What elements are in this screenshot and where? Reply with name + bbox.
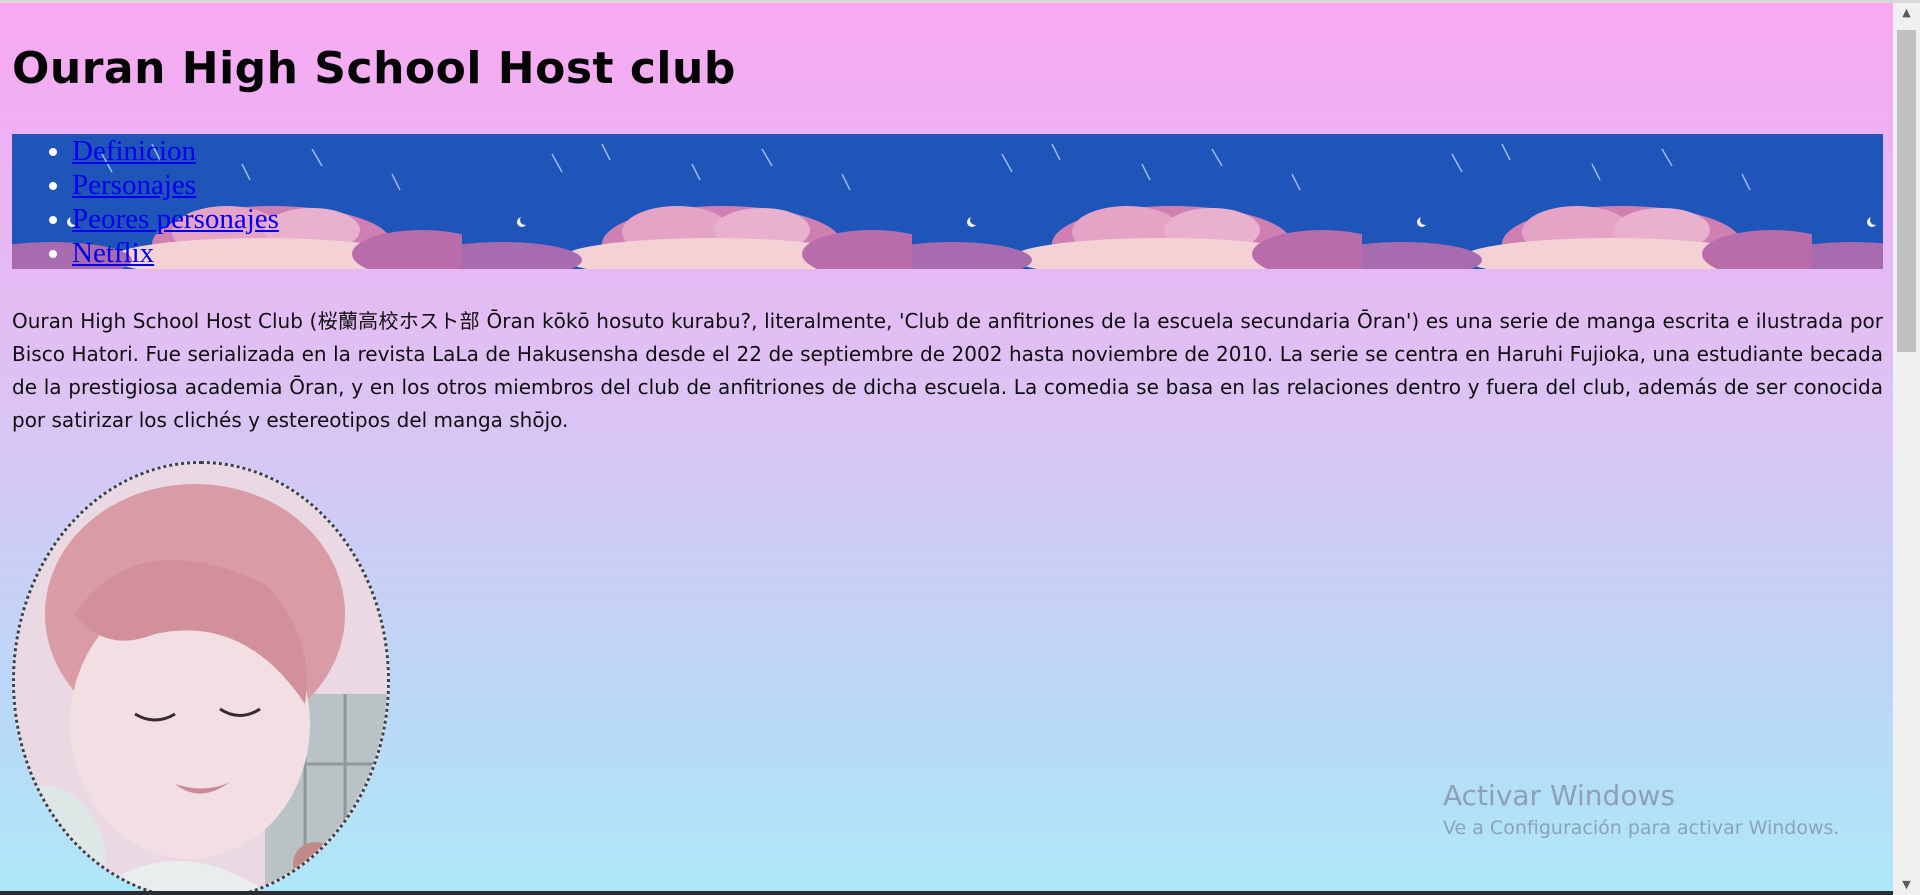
windows-activation-watermark: Activar Windows Ve a Configuración para … — [1443, 778, 1839, 842]
nav-item-personajes: Personajes — [72, 168, 279, 202]
page-content: Ouran High School Host club • Definicion… — [0, 3, 1893, 895]
taskbar-edge — [0, 891, 1893, 895]
nav-link-peores-personajes[interactable]: Peores personajes — [72, 203, 279, 235]
scroll-down-arrow-icon[interactable]: ▼ — [1893, 875, 1920, 895]
banner-background-image — [12, 134, 1883, 269]
page-title: Ouran High School Host club — [12, 43, 736, 94]
scroll-thumb[interactable] — [1897, 30, 1916, 352]
portrait-image — [15, 464, 387, 895]
nav-link-netflix[interactable]: Netflix — [72, 237, 154, 269]
nav-list: Definicion Personajes Peores personajes … — [12, 134, 279, 269]
nav-item-peores-personajes: Peores personajes — [72, 202, 279, 236]
nav-link-definicion[interactable]: Definicion — [72, 135, 196, 167]
character-portrait — [12, 461, 390, 895]
nav-banner: Definicion Personajes Peores personajes … — [12, 134, 1883, 269]
nav-link-personajes[interactable]: Personajes — [72, 169, 196, 201]
scroll-up-arrow-icon[interactable]: ▲ — [1893, 3, 1920, 23]
watermark-subtitle: Ve a Configuración para activar Windows. — [1443, 817, 1840, 839]
nav-item-definicion: Definicion — [72, 134, 279, 168]
nav-item-netflix: Netflix — [72, 236, 279, 269]
vertical-scrollbar[interactable]: ▲ ▼ — [1893, 3, 1920, 895]
intro-paragraph: Ouran High School Host Club (桜蘭高校ホスト部 Ōr… — [12, 309, 1883, 432]
watermark-title: Activar Windows — [1443, 779, 1675, 812]
